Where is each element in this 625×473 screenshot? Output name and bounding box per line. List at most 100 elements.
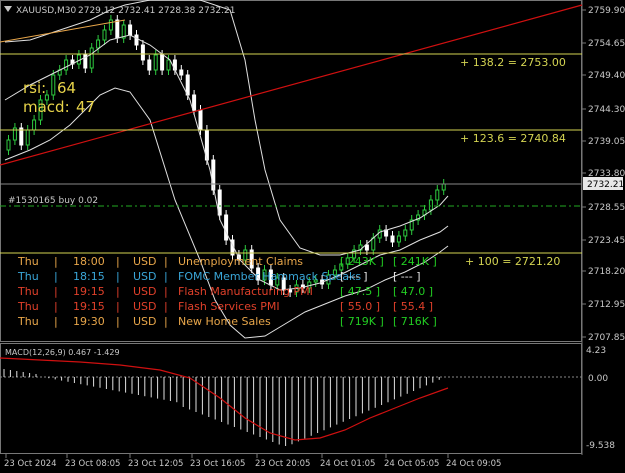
candle-body xyxy=(153,54,158,71)
news-sep: | xyxy=(164,270,168,283)
price-tick-label: 2759.90 xyxy=(588,6,625,16)
candle-body xyxy=(179,69,184,76)
time-axis: 23 Oct 2024 23 Oct 08:05 23 Oct 12:05 23 Oc… xyxy=(4,454,501,469)
macd-label: macd: xyxy=(23,98,70,116)
price-tick-label: 2749.40 xyxy=(588,71,625,81)
price-tick-label: 2718.20 xyxy=(588,267,625,277)
order-line-label: #1530165 buy 0.02 xyxy=(8,196,98,206)
news-day: Thu xyxy=(18,255,39,268)
macd-tick-bottom: -9.538 xyxy=(586,441,615,451)
news-sep: | xyxy=(164,255,168,268)
news-currency: USD xyxy=(133,270,157,283)
candle-body xyxy=(89,47,94,69)
macd-panel-label: MACD(12,26,9) 0.467 -1.429 xyxy=(5,348,120,357)
news-sep: | xyxy=(54,255,58,268)
ohlc-label: 2729.12 2732.41 2728.38 2732.21 xyxy=(78,6,235,16)
candle-body xyxy=(377,229,382,239)
price-chart[interactable]: + 138.2 = 2753.00 + 123.6 = 2740.84 + 10… xyxy=(0,0,625,473)
news-sep: | xyxy=(54,315,58,328)
price-tick-label: 2728.55 xyxy=(588,203,625,213)
candle-body xyxy=(96,39,101,49)
candle-body xyxy=(140,44,145,61)
news-forecast: [ --- ] xyxy=(393,270,421,283)
news-forecast: [ 47.0 ] xyxy=(393,285,434,298)
news-sep: | xyxy=(54,300,58,313)
news-event: Unemployment Claims xyxy=(178,255,304,268)
news-time: 19:15 xyxy=(73,285,105,298)
news-sep: | xyxy=(164,315,168,328)
candle-body xyxy=(396,235,401,243)
news-currency: USD xyxy=(133,300,157,313)
candle-body xyxy=(364,244,369,251)
news-forecast: [ 55.4 ] xyxy=(393,300,434,313)
candle-body xyxy=(441,183,446,191)
fib-label-138: + 138.2 = 2753.00 xyxy=(460,56,566,69)
news-actual: [ --- ] xyxy=(340,270,368,283)
news-time: 18:00 xyxy=(73,255,105,268)
news-currency: USD xyxy=(133,255,157,268)
bollinger-middle xyxy=(4,34,449,291)
time-tick-label: 24 Oct 05:05 xyxy=(384,459,439,469)
price-tick-label: 2712.95 xyxy=(588,300,625,310)
news-forecast: [ 241K ] xyxy=(393,255,437,268)
candle-body xyxy=(371,237,376,251)
candle-body xyxy=(108,19,113,31)
news-currency: USD xyxy=(133,315,157,328)
news-sep: | xyxy=(54,270,58,283)
chart-window[interactable]: + 138.2 = 2753.00 + 123.6 = 2740.84 + 10… xyxy=(0,0,625,473)
candle-body xyxy=(147,59,152,71)
price-tick-label: 2723.45 xyxy=(588,236,625,246)
news-sep: | xyxy=(164,285,168,298)
news-currency: USD xyxy=(133,285,157,298)
news-event: Flash Manufacturing PMI xyxy=(178,285,313,298)
candle-body xyxy=(198,109,203,131)
time-tick-label: 23 Oct 12:05 xyxy=(128,459,183,469)
time-tick-label: 23 Oct 20:05 xyxy=(255,459,310,469)
time-tick-label: 23 Oct 16:05 xyxy=(190,459,245,469)
candle-body xyxy=(403,229,408,237)
news-event: FOMC Member Hammack Speaks xyxy=(178,270,362,283)
news-event: Flash Services PMI xyxy=(178,300,280,313)
candle-body xyxy=(166,59,171,71)
candle-body xyxy=(32,119,37,131)
news-time: 19:15 xyxy=(73,300,105,313)
news-actual: [ 47.5 ] xyxy=(340,285,381,298)
macd-panel-frame xyxy=(0,343,582,454)
candle-body xyxy=(19,127,24,146)
time-tick-label: 23 Oct 08:05 xyxy=(65,459,120,469)
candle-body xyxy=(192,94,197,111)
symbol-label: XAUUSD,M30 xyxy=(16,6,76,16)
candle-body xyxy=(6,139,11,151)
news-sep: | xyxy=(116,300,120,313)
symbol-arrow-icon xyxy=(4,6,12,12)
news-day: Thu xyxy=(18,270,39,283)
price-axis: 2759.902754.652749.402744.302739.052733.… xyxy=(582,6,625,343)
fib-label-100: + 100 = 2721.20 xyxy=(465,255,560,268)
candle-body xyxy=(102,29,107,41)
time-tick-label: 24 Oct 09:05 xyxy=(446,459,501,469)
price-tick-label: 2744.30 xyxy=(588,105,625,115)
price-tick-label: 2739.05 xyxy=(588,137,625,147)
news-actual: [ 55.0 ] xyxy=(340,300,381,313)
news-sep: | xyxy=(116,285,120,298)
macd-histogram xyxy=(3,369,440,446)
macd-tick-top: 4.23 xyxy=(586,346,606,356)
time-tick-label: 23 Oct 2024 xyxy=(4,459,57,469)
news-sep: | xyxy=(116,255,120,268)
candle-body xyxy=(390,235,395,243)
news-sep: | xyxy=(116,315,120,328)
candle-body xyxy=(224,214,229,241)
candle-body xyxy=(428,199,433,211)
candle-body xyxy=(185,74,190,96)
news-day: Thu xyxy=(18,300,39,313)
news-forecast: [ 716K ] xyxy=(393,315,437,328)
candle-body xyxy=(160,54,165,71)
candle-body xyxy=(51,74,56,96)
rsi-value: 64 xyxy=(57,79,76,97)
price-tick-label: 2707.85 xyxy=(588,333,625,343)
news-time: 19:30 xyxy=(73,315,105,328)
news-event: New Home Sales xyxy=(178,315,271,328)
candle-body xyxy=(134,34,139,46)
news-actual: [ 243K ] xyxy=(340,255,384,268)
candle-body xyxy=(115,19,120,39)
